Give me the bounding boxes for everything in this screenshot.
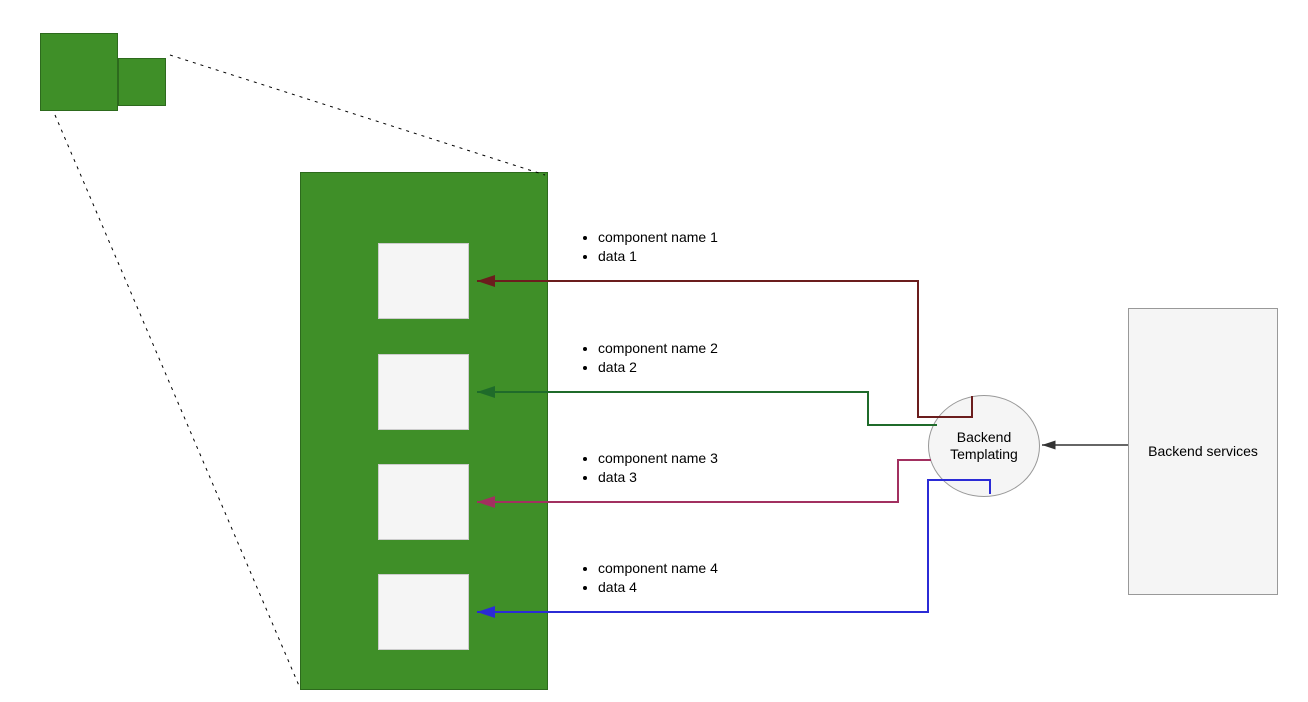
component-name-4: component name 4: [598, 559, 718, 578]
projection-line-top: [170, 55, 545, 175]
component-labels-3: component name 3 data 3: [580, 449, 718, 487]
backend-templating-label: Backend Templating: [929, 429, 1039, 463]
component-slot-1: [378, 243, 469, 319]
mini-panel-back: [40, 33, 118, 111]
component-slot-3: [378, 464, 469, 540]
component-data-4: data 4: [598, 578, 718, 597]
projection-line-bottom: [55, 115, 300, 688]
connector-4: [477, 480, 990, 612]
component-data-2: data 2: [598, 358, 718, 377]
component-name-2: component name 2: [598, 339, 718, 358]
backend-services-node: Backend services: [1128, 308, 1278, 595]
component-data-3: data 3: [598, 468, 718, 487]
connector-1: [477, 281, 972, 417]
backend-templating-node: Backend Templating: [928, 395, 1040, 497]
component-data-1: data 1: [598, 247, 718, 266]
component-labels-4: component name 4 data 4: [580, 559, 718, 597]
diagram-canvas: component name 1 data 1 component name 2…: [0, 0, 1308, 702]
backend-services-label: Backend services: [1148, 443, 1258, 460]
component-name-1: component name 1: [598, 228, 718, 247]
component-slot-4: [378, 574, 469, 650]
component-slot-2: [378, 354, 469, 430]
component-labels-2: component name 2 data 2: [580, 339, 718, 377]
component-name-3: component name 3: [598, 449, 718, 468]
component-labels-1: component name 1 data 1: [580, 228, 718, 266]
mini-panel-front: [118, 58, 166, 106]
